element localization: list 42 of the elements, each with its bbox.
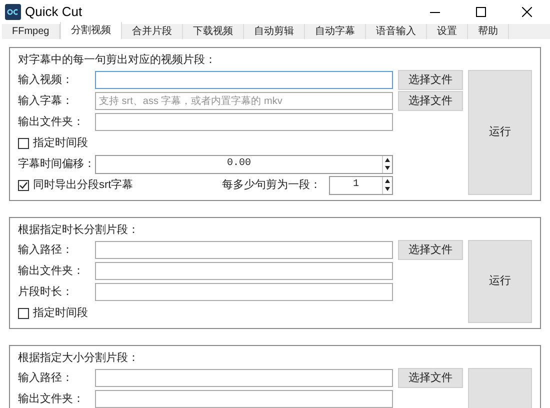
choose-file-button[interactable]: 选择文件 (398, 368, 463, 388)
checkbox[interactable] (18, 180, 29, 190)
field-label: 输入视频： (18, 73, 74, 87)
down-arrow-icon[interactable] (383, 184, 392, 192)
checkbox[interactable] (18, 138, 29, 148)
checkbox-label: 指定时间段 (33, 136, 88, 150)
panel-title: 对字幕中的每一句剪出对应的视频片段： (18, 52, 217, 68)
field-label: 输入路径： (18, 371, 74, 385)
spin-box[interactable]: 0.00 (95, 154, 393, 174)
input-field[interactable] (95, 262, 393, 280)
input-field[interactable] (95, 283, 393, 301)
field-label: 输出文件夹： (18, 264, 85, 278)
input-field[interactable] (95, 369, 393, 387)
field-label: 字幕时间偏移： (18, 157, 95, 171)
field-label: 输入路径： (18, 243, 74, 257)
window-title: Quick Cut (25, 3, 82, 22)
choose-file-button[interactable]: 选择文件 (398, 91, 463, 111)
input-field[interactable] (95, 390, 393, 408)
input-field[interactable] (95, 241, 393, 259)
run-button[interactable]: 运行 (468, 70, 532, 195)
down-arrow-icon[interactable] (383, 164, 392, 172)
checkbox-label: 同时导出分段srt字幕 (33, 178, 134, 192)
choose-file-button[interactable]: 选择文件 (398, 70, 463, 90)
run-button[interactable]: 运行 (468, 240, 532, 323)
field-label: 输入字幕： (18, 94, 74, 108)
spin-box[interactable]: 1 (329, 176, 393, 194)
field-label: 输出文件夹： (18, 115, 85, 129)
choose-file-button[interactable]: 选择文件 (398, 240, 463, 260)
up-arrow-icon[interactable] (383, 156, 392, 164)
app-logo-icon (5, 4, 21, 20)
field-label: 每多少句剪为一段： (222, 178, 321, 192)
input-field[interactable]: 支持 srt、ass 字幕，或者内置字幕的 mkv (95, 92, 393, 110)
field-label: 输出文件夹： (18, 392, 85, 406)
panel-title: 根据指定时长分割片段： (18, 222, 140, 238)
field-label: 片段时长： (18, 285, 74, 299)
tab[interactable]: 分割视频 (60, 22, 122, 39)
up-arrow-icon[interactable] (383, 176, 392, 184)
checkbox-label: 指定时间段 (33, 306, 88, 320)
checkbox[interactable] (18, 308, 29, 318)
input-field[interactable] (95, 113, 393, 131)
input-field[interactable] (95, 71, 393, 89)
panel-title: 根据指定大小分割片段： (18, 350, 140, 366)
